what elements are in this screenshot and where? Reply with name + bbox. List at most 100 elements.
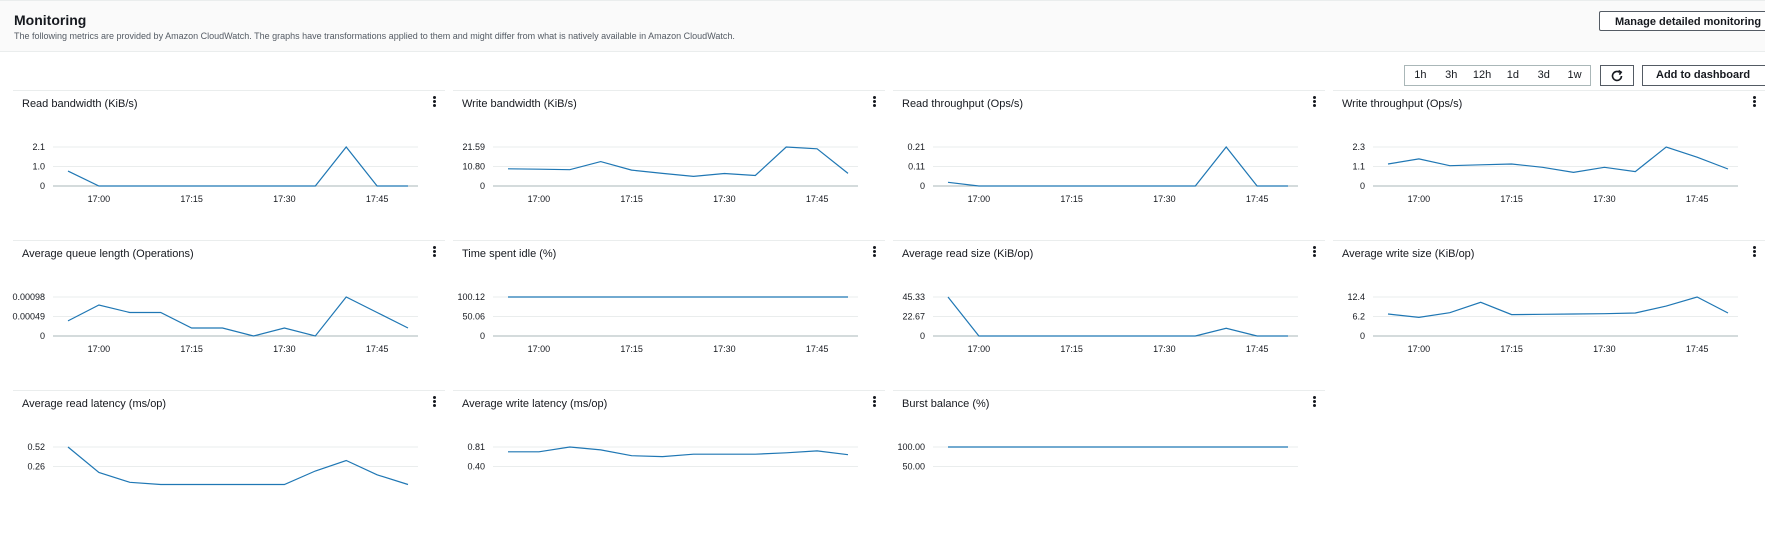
range-1h[interactable]: 1h <box>1405 66 1436 85</box>
page-description: The following metrics are provided by Am… <box>14 31 735 41</box>
y-tick-label: 2.1 <box>32 142 45 152</box>
range-3d[interactable]: 3d <box>1528 66 1559 85</box>
x-tick-label: 17:15 <box>1060 344 1083 354</box>
metric-panel: Write throughput (Ops/s) 2.3 1.1 0 17:00 17:1… <box>1333 90 1765 240</box>
x-tick-label: 17:00 <box>528 344 551 354</box>
x-tick-label: 17:45 <box>366 344 389 354</box>
x-tick-label: 17:15 <box>1500 194 1523 204</box>
x-tick-label: 17:45 <box>1686 194 1709 204</box>
y-tick-label: 0.00098 <box>12 292 45 302</box>
metric-panel: Average queue length (Operations) 0.00098… <box>12 240 445 390</box>
x-tick-label: 17:00 <box>968 194 991 204</box>
y-tick-label: 0 <box>1360 181 1365 191</box>
metric-panel: Average read latency (ms/op) 0.52 0.26 <box>13 390 445 540</box>
refresh-button[interactable] <box>1600 65 1634 86</box>
x-tick-label: 17:45 <box>1246 344 1269 354</box>
metric-panel: Read throughput (Ops/s) 0.21 0.11 0 17:00 17:… <box>893 90 1325 240</box>
range-1w[interactable]: 1w <box>1559 66 1590 85</box>
x-tick-label: 17:45 <box>366 194 389 204</box>
y-tick-label: 50.00 <box>902 462 925 472</box>
refresh-icon <box>1611 69 1623 81</box>
metric-chart: 2.1 1.0 0 17:00 17:15 17:30 17:45 <box>32 142 418 204</box>
y-tick-label: 100.12 <box>457 292 485 302</box>
y-tick-label: 50.06 <box>462 312 485 322</box>
y-tick-label: 0 <box>920 181 925 191</box>
x-tick-label: 17:30 <box>1593 344 1616 354</box>
x-tick-label: 17:15 <box>180 344 203 354</box>
series-line <box>1387 296 1729 319</box>
x-tick-label: 17:15 <box>180 194 203 204</box>
y-tick-label: 100.00 <box>897 442 925 452</box>
monitoring-header: Monitoring The following metrics are pro… <box>0 0 1765 52</box>
y-tick-label: 0 <box>920 331 925 341</box>
y-tick-label: 0 <box>480 181 485 191</box>
add-to-dashboard-button[interactable]: Add to dashboard <box>1642 65 1765 86</box>
y-tick-label: 0.81 <box>467 442 485 452</box>
x-tick-label: 17:30 <box>273 194 296 204</box>
metric-panel: Time spent idle (%) 100.12 50.06 0 17:00 17:1… <box>453 240 885 390</box>
metric-chart: 0.00098 0.00049 0 17:00 17:15 17:30 17:45 <box>12 292 418 354</box>
x-tick-label: 17:45 <box>1686 344 1709 354</box>
metric-panel: Write bandwidth (KiB/s) 21.59 10.80 0 17:00 1… <box>453 90 885 240</box>
y-tick-label: 1.0 <box>32 162 45 172</box>
x-tick-label: 17:00 <box>1408 194 1431 204</box>
metric-panel: Burst balance (%) 100.00 50.00 <box>893 390 1325 540</box>
y-tick-label: 2.3 <box>1352 142 1365 152</box>
metric-chart: 2.3 1.1 0 17:00 17:15 17:30 17:45 <box>1352 142 1738 204</box>
metric-chart: 0.21 0.11 0 17:00 17:15 17:30 17:45 <box>907 142 1298 204</box>
y-tick-label: 22.67 <box>902 312 925 322</box>
y-tick-label: 21.59 <box>462 142 485 152</box>
range-1d[interactable]: 1d <box>1497 66 1528 85</box>
y-tick-label: 0.40 <box>467 462 485 472</box>
y-tick-label: 0.21 <box>907 142 925 152</box>
x-tick-label: 17:45 <box>806 194 829 204</box>
page-title: Monitoring <box>14 12 87 28</box>
x-tick-label: 17:15 <box>1500 344 1523 354</box>
x-tick-label: 17:15 <box>1060 194 1083 204</box>
y-tick-label: 0.52 <box>27 442 45 452</box>
metric-chart: 0.81 0.40 <box>467 442 858 472</box>
x-tick-label: 17:00 <box>88 344 111 354</box>
metric-chart: 0.52 0.26 <box>27 442 418 486</box>
series-line <box>1387 146 1729 174</box>
y-tick-label: 0.26 <box>27 462 45 472</box>
metric-chart: 100.00 50.00 <box>897 442 1298 472</box>
x-tick-label: 17:00 <box>968 344 991 354</box>
metric-chart: 12.4 6.2 0 17:00 17:15 17:30 17:45 <box>1347 292 1738 354</box>
metric-chart: 100.12 50.06 0 17:00 17:15 17:30 17:45 <box>457 292 858 354</box>
series-line <box>507 146 849 178</box>
manage-detailed-monitoring-button[interactable]: Manage detailed monitoring <box>1599 11 1765 31</box>
x-tick-label: 17:00 <box>528 194 551 204</box>
metric-chart: 45.33 22.67 0 17:00 17:15 17:30 17:45 <box>902 292 1298 354</box>
x-tick-label: 17:30 <box>713 344 736 354</box>
x-tick-label: 17:30 <box>713 194 736 204</box>
x-tick-label: 17:45 <box>806 344 829 354</box>
x-tick-label: 17:30 <box>1153 344 1176 354</box>
x-tick-label: 17:00 <box>88 194 111 204</box>
x-tick-label: 17:30 <box>1593 194 1616 204</box>
x-tick-label: 17:30 <box>273 344 296 354</box>
x-tick-label: 17:15 <box>620 194 643 204</box>
x-tick-label: 17:45 <box>1246 194 1269 204</box>
metric-panel: Read bandwidth (KiB/s) 2.1 1.0 0 17:00 17:15 1… <box>13 90 445 240</box>
x-tick-label: 17:30 <box>1153 194 1176 204</box>
x-tick-label: 17:15 <box>620 344 643 354</box>
y-tick-label: 0 <box>40 331 45 341</box>
y-tick-label: 0 <box>1360 331 1365 341</box>
metric-panel: Average write size (KiB/op) 12.4 6.2 0 17:00… <box>1333 240 1765 390</box>
y-tick-label: 0 <box>480 331 485 341</box>
y-tick-label: 6.2 <box>1352 312 1365 322</box>
y-tick-label: 10.80 <box>462 162 485 172</box>
metric-panel: Average write latency (ms/op) 0.81 0.40 <box>453 390 885 540</box>
range-12h[interactable]: 12h <box>1467 66 1498 85</box>
series-line <box>508 446 849 458</box>
metric-chart: 21.59 10.80 0 17:00 17:15 17:30 17:45 <box>462 142 858 204</box>
y-tick-label: 12.4 <box>1347 292 1365 302</box>
y-tick-label: 0.11 <box>908 162 925 172</box>
y-tick-label: 45.33 <box>902 292 925 302</box>
y-tick-label: 1.1 <box>1352 162 1365 172</box>
y-tick-label: 0.00049 <box>12 312 45 322</box>
range-3h[interactable]: 3h <box>1436 66 1467 85</box>
y-tick-label: 0 <box>40 181 45 191</box>
metric-panel: Average read size (KiB/op) 45.33 22.67 0 17:… <box>893 240 1325 390</box>
